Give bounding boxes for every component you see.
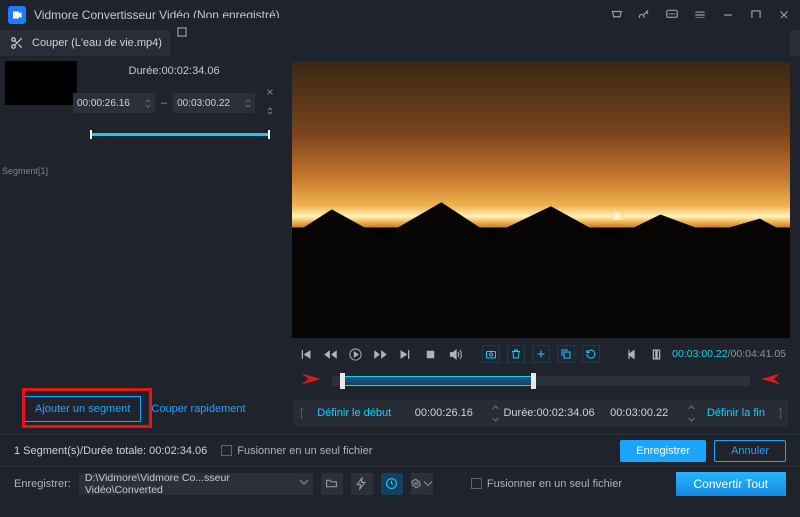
mark-in-icon[interactable] (622, 345, 640, 363)
play-icon[interactable] (346, 345, 364, 363)
timeline-handle-start[interactable] (340, 373, 345, 389)
define-start-down[interactable] (492, 413, 499, 425)
save-label: Enregistrer: (14, 478, 71, 490)
define-end-button[interactable]: Définir la fin (699, 407, 773, 419)
playback-toolbar: 00:03:00.22/00:04:41.05 (292, 338, 790, 366)
segment-duration-label: Durée:00:02:34.06 (129, 65, 220, 77)
segments-summary: 1 Segment(s)/Durée totale: 00:02:34.06 (14, 445, 207, 457)
start-step-up[interactable] (145, 99, 151, 103)
swap-times-icon[interactable] (265, 106, 275, 119)
copy-icon[interactable] (557, 345, 575, 363)
current-time: 00:03:00.22 (672, 348, 727, 360)
playback-time: 00:03:00.22/00:04:41.05 (672, 348, 786, 360)
define-start-button[interactable]: Définir le début (309, 407, 399, 419)
define-row: [ Définir le début 00:00:26.16 Durée:00:… (294, 400, 788, 426)
scissors-icon (10, 36, 24, 50)
annotation-arrow-right (754, 368, 782, 393)
cut-panel-title: Couper (L'eau de vie.mp4) (32, 37, 162, 49)
segment-start-time-input[interactable]: 00:00:26.16 (73, 93, 155, 113)
mark-out-icon[interactable] (647, 345, 665, 363)
app-logo (8, 6, 26, 24)
panel-maximize-icon[interactable] (174, 24, 190, 40)
timeline-handle-end[interactable] (531, 373, 536, 389)
timeline-selection[interactable] (340, 376, 532, 386)
remove-segment-icon[interactable] (265, 87, 275, 100)
merge-one-checkbox-top[interactable]: Fusionner en un seul fichier (221, 445, 372, 457)
segment-progress-bar[interactable] (90, 133, 270, 136)
merge-one-checkbox-bottom[interactable]: Fusionner en un seul fichier (471, 478, 622, 490)
next-frame-icon[interactable] (396, 345, 414, 363)
forward-icon[interactable] (371, 345, 389, 363)
output-path-input[interactable]: D:\Vidmore\Vidmore Co...sseur Vidéo\Conv… (79, 473, 313, 495)
open-folder-icon[interactable] (321, 473, 343, 495)
add-segment-button[interactable]: Ajouter un segment (24, 396, 141, 422)
snapshot-icon[interactable] (482, 345, 500, 363)
rewind-icon[interactable] (321, 345, 339, 363)
delete-icon[interactable] (507, 345, 525, 363)
volume-icon[interactable] (446, 345, 464, 363)
start-step-down[interactable] (145, 104, 151, 108)
segment-start-value: 00:00:26.16 (77, 98, 130, 109)
undo-icon[interactable] (582, 345, 600, 363)
end-step-up[interactable] (245, 99, 251, 103)
segments-panel: Durée:00:02:34.06 00:00:26.16 – 00:03:00… (0, 56, 288, 434)
bottom-bar: Enregistrer: D:\Vidmore\Vidmore Co...sse… (0, 466, 800, 500)
hardware-accel-icon[interactable] (351, 473, 373, 495)
sun-graphic (611, 212, 623, 220)
define-start-up[interactable] (492, 401, 499, 413)
segment-tag: Segment[1] (2, 166, 48, 176)
status-bar: 1 Segment(s)/Durée totale: 00:02:34.06 F… (0, 434, 800, 466)
quick-cut-button[interactable]: Couper rapidement (151, 403, 245, 415)
cancel-button[interactable]: Annuler (714, 440, 786, 462)
annotation-arrow-left (300, 368, 328, 393)
settings-icon[interactable] (411, 473, 433, 495)
high-speed-icon[interactable] (381, 473, 403, 495)
video-preview[interactable] (292, 62, 790, 338)
define-end-up[interactable] (688, 401, 695, 413)
stop-icon[interactable] (421, 345, 439, 363)
add-icon[interactable] (532, 345, 550, 363)
prev-frame-icon[interactable] (296, 345, 314, 363)
timeline-track[interactable] (294, 370, 788, 392)
path-dropdown-icon[interactable] (299, 477, 309, 490)
total-time: 00:04:41.05 (731, 348, 786, 360)
end-step-down[interactable] (245, 104, 251, 108)
cut-panel-header: Couper (L'eau de vie.mp4) (0, 30, 800, 56)
convert-all-button[interactable]: Convertir Tout (676, 472, 786, 496)
output-path-value: D:\Vidmore\Vidmore Co...sseur Vidéo\Conv… (85, 472, 307, 496)
define-start-time: 00:00:26.16 (403, 407, 484, 419)
define-duration: Durée:00:02:34.06 (503, 407, 594, 419)
define-end-down[interactable] (688, 413, 695, 425)
segment-end-value: 00:03:00.22 (177, 98, 230, 109)
segment-end-time-input[interactable]: 00:03:00.22 (173, 93, 255, 113)
define-end-time: 00:03:00.22 (599, 407, 680, 419)
save-button[interactable]: Enregistrer (620, 440, 706, 462)
